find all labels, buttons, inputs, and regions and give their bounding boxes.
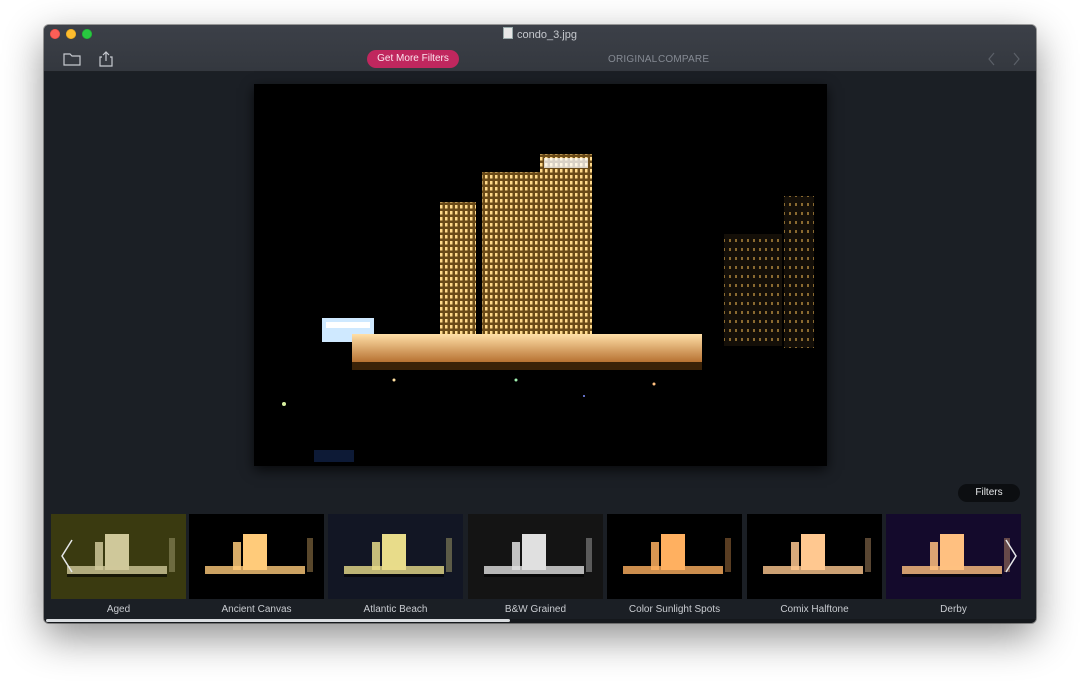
filter-label: Color Sunlight Spots [628, 604, 721, 615]
filter-thumb-6[interactable] [747, 514, 882, 599]
filters-button[interactable]: Filters [958, 484, 1020, 502]
back-arrow-icon[interactable] [984, 50, 1000, 68]
filter-label: Derby [940, 604, 967, 615]
filter-preview-image [886, 514, 1021, 599]
get-more-filters-button[interactable]: Get More Filters [367, 50, 459, 68]
filter-preview-image [607, 514, 742, 599]
filter-preview-image [328, 514, 463, 599]
strip-right-arrow-icon[interactable] [1002, 538, 1020, 574]
filter-thumb-3[interactable] [328, 514, 463, 599]
filter-label: Aged [106, 604, 131, 615]
filter-preview-image [189, 514, 324, 599]
filter-label: Ancient Canvas [221, 604, 292, 615]
app-window: condo_3.jpg Get More Filters ORIGINAL CO… [44, 25, 1036, 623]
filter-scrollbar-thumb[interactable] [46, 619, 510, 622]
filter-thumb-5[interactable] [607, 514, 742, 599]
forward-arrow-icon[interactable] [1008, 50, 1024, 68]
filter-preview-image [747, 514, 882, 599]
compare-toggle[interactable]: COMPARE [658, 54, 709, 65]
window-title: condo_3.jpg [44, 27, 1036, 42]
original-toggle[interactable]: ORIGINAL [608, 54, 657, 65]
folder-icon[interactable] [62, 51, 82, 67]
filter-thumb-2[interactable] [189, 514, 324, 599]
filter-label: Atlantic Beach [363, 604, 428, 615]
filter-preview-image [468, 514, 603, 599]
share-icon[interactable] [96, 51, 116, 67]
filter-thumb-4[interactable] [468, 514, 603, 599]
strip-left-arrow-icon[interactable] [58, 538, 76, 574]
filter-label: B&W Grained [504, 604, 567, 615]
filter-label: Comix Halftone [780, 604, 849, 615]
main-photo [254, 84, 827, 466]
document-icon [503, 27, 514, 39]
filter-thumb-7[interactable] [886, 514, 1021, 599]
window-title-text: condo_3.jpg [517, 29, 577, 41]
title-bar: condo_3.jpg Get More Filters ORIGINAL CO… [44, 25, 1036, 72]
filter-strip: Aged Ancient Canvas Atlantic Beach B&W Grai… [44, 514, 1036, 619]
